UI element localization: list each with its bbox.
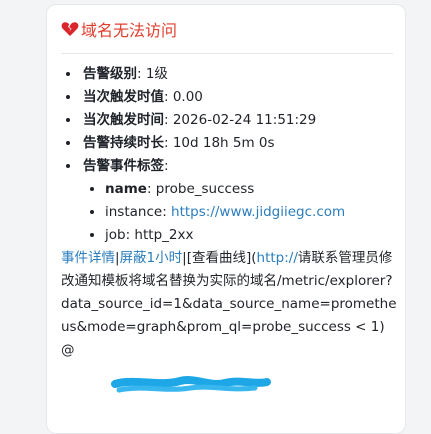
label-key: name	[105, 181, 147, 197]
field-value: : 10d 18h 5m 0s	[164, 135, 275, 151]
redaction-scribble	[111, 376, 271, 393]
label-name: name: probe_success	[105, 178, 401, 201]
at-symbol: @	[61, 342, 75, 358]
field-label: 告警事件标签	[83, 158, 164, 174]
alert-title-text: 域名无法访问	[81, 21, 178, 40]
event-details-link[interactable]: 事件详情	[61, 250, 115, 266]
label-key: instance:	[105, 204, 172, 220]
alert-body: 告警级别: 1级 当次触发时值: 0.00 当次触发时间: 2026-02-24…	[61, 63, 401, 362]
field-alert-level: 告警级别: 1级	[81, 63, 401, 86]
field-trigger-value: 当次触发时值: 0.00	[81, 86, 401, 109]
field-duration: 告警持续时长: 10d 18h 5m 0s	[81, 132, 401, 155]
view-curve-text: [查看曲线](	[186, 250, 257, 266]
broken-heart-icon	[61, 21, 79, 37]
alert-message-card: 域名无法访问 告警级别: 1级 当次触发时值: 0.00 当次触发时间: 202…	[46, 4, 406, 434]
label-value: : probe_success	[146, 181, 255, 197]
action-links: 事件详情|屏蔽1小时|[查看曲线](http://请联系管理员修改通知模板将域名…	[61, 247, 401, 339]
http-link[interactable]: http://	[257, 250, 298, 266]
event-label-list: name: probe_success instance: https://ww…	[83, 178, 401, 247]
field-event-labels: 告警事件标签: name: probe_success instance: ht…	[81, 155, 401, 247]
field-label: 当次触发时间	[83, 112, 164, 128]
field-value: : 2026-02-24 11:51:29	[164, 112, 317, 128]
alert-title: 域名无法访问	[61, 17, 177, 41]
field-colon: :	[164, 158, 169, 174]
alert-field-list: 告警级别: 1级 当次触发时值: 0.00 当次触发时间: 2026-02-24…	[61, 63, 401, 247]
label-job: job: http_2xx	[105, 224, 401, 247]
title-divider	[61, 53, 393, 54]
field-value: : 1级	[137, 66, 168, 82]
field-label: 当次触发时值	[83, 89, 164, 105]
field-value: : 0.00	[164, 89, 203, 105]
field-trigger-time: 当次触发时间: 2026-02-24 11:51:29	[81, 109, 401, 132]
mute-1h-link[interactable]: 屏蔽1小时	[120, 250, 183, 266]
instance-link[interactable]: https://www.jidgiiegc.com	[171, 204, 345, 220]
label-instance: instance: https://www.jidgiiegc.com	[105, 201, 401, 224]
field-label: 告警持续时长	[83, 135, 164, 151]
mention-line: @	[61, 339, 401, 362]
field-label: 告警级别	[83, 66, 137, 82]
label-key: job:	[105, 227, 135, 243]
label-value: http_2xx	[134, 227, 194, 243]
